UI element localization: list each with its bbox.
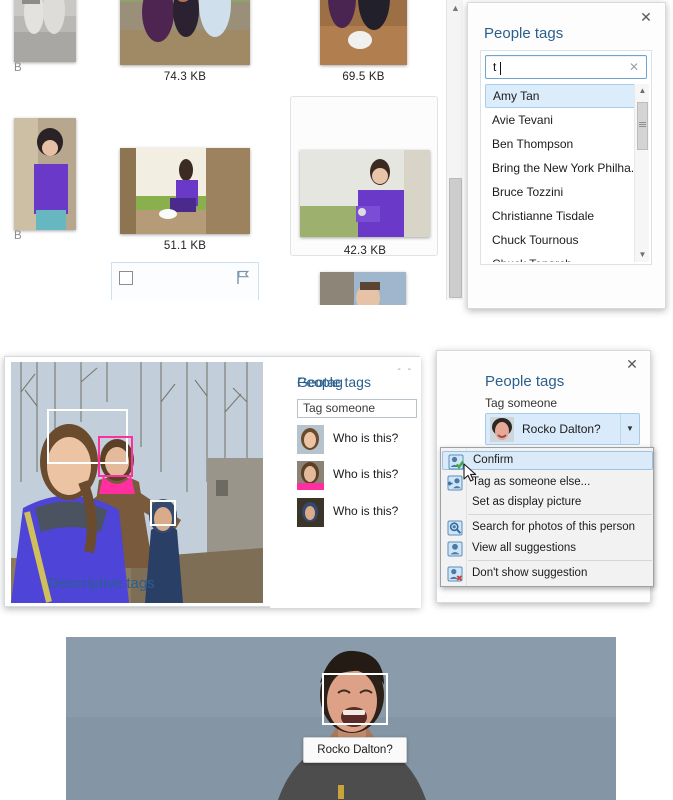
descriptive-tags-heading[interactable]: Descriptive tags bbox=[48, 575, 155, 592]
text-caret bbox=[500, 62, 501, 75]
thumbnail-metadata-row[interactable] bbox=[111, 262, 259, 300]
person-search-icon bbox=[447, 520, 463, 536]
suggested-person-row[interactable]: Rocko Dalton? ▼ bbox=[485, 413, 640, 445]
avatar bbox=[490, 417, 514, 442]
popup-title: People tags bbox=[485, 373, 565, 390]
person-swap-icon bbox=[447, 475, 463, 491]
list-item[interactable]: Chuck Tonarch bbox=[485, 252, 649, 262]
photo-thumbnail-grid: B 74.3 KB 69.5 KB B 51.1 KB 42.3 KB ▲ bbox=[0, 0, 470, 305]
list-scrollbar[interactable]: ▲ ▼ bbox=[634, 84, 649, 262]
menu-item-dont-show-suggestion[interactable]: Don't show suggestion bbox=[442, 564, 653, 583]
menu-item-label: Set as display picture bbox=[472, 496, 582, 508]
list-item[interactable]: Ben Thompson bbox=[485, 132, 649, 156]
menu-item-set-as-display-picture[interactable]: Set as display picture bbox=[442, 493, 653, 512]
popup-title: People tags bbox=[484, 25, 564, 42]
menu-item-label: Search for photos of this person bbox=[472, 521, 636, 533]
photo-canvas[interactable] bbox=[11, 362, 263, 603]
menu-item-label: View all suggestions bbox=[472, 542, 576, 554]
people-tags-search-popup: ✕ People tags t ✕ Amy Tan Avie Tevani Be… bbox=[467, 2, 666, 309]
menu-item-label: Confirm bbox=[473, 454, 514, 466]
thumbnail-cell[interactable]: 69.5 KB bbox=[320, 0, 407, 83]
close-icon[interactable]: ✕ bbox=[637, 8, 655, 26]
menu-separator bbox=[468, 560, 652, 561]
thumbnail-cell[interactable]: B bbox=[14, 118, 76, 242]
person-icon bbox=[447, 541, 463, 557]
thumbnail-size-label: 51.1 KB bbox=[163, 240, 207, 252]
name-suggestion-list: Amy Tan Avie Tevani Ben Thompson Bring t… bbox=[485, 84, 649, 262]
face-detection-box-active[interactable] bbox=[98, 436, 133, 477]
window-buttons[interactable]: - - bbox=[398, 364, 413, 375]
search-dropdown-container: t ✕ Amy Tan Avie Tevani Ben Thompson Bri… bbox=[480, 50, 652, 265]
avatar bbox=[297, 425, 324, 454]
mouse-pointer-icon bbox=[463, 463, 477, 482]
close-icon[interactable]: ✕ bbox=[623, 355, 641, 373]
geotag-heading[interactable]: Geotag bbox=[297, 374, 343, 390]
avatar bbox=[297, 461, 324, 490]
tag-someone-label: Tag someone bbox=[485, 396, 558, 410]
menu-item-label: Don't show suggestion bbox=[472, 567, 588, 579]
photo-thumbnail[interactable] bbox=[120, 148, 250, 234]
list-item[interactable]: Chuck Tournous bbox=[485, 228, 649, 252]
chevron-down-icon[interactable]: ▼ bbox=[635, 248, 649, 262]
photo-thumbnail[interactable] bbox=[120, 0, 250, 65]
suggested-person-name: Rocko Dalton? bbox=[522, 422, 601, 436]
chevron-down-icon[interactable]: ▼ bbox=[620, 414, 639, 444]
selected-thumbnail-cell[interactable]: 42.3 KB bbox=[290, 96, 438, 257]
thumbnail-cell[interactable]: 74.3 KB bbox=[120, 0, 250, 83]
face-detection-box[interactable] bbox=[322, 673, 388, 725]
thumbnail-clipped-label: B bbox=[14, 230, 22, 242]
avatar bbox=[297, 498, 324, 527]
menu-item-label: Tag as someone else... bbox=[472, 476, 591, 488]
clear-icon[interactable]: ✕ bbox=[629, 60, 639, 74]
flag-icon[interactable] bbox=[236, 270, 250, 285]
photo-thumbnail[interactable] bbox=[320, 0, 407, 65]
photo-detail-panel: - - People tags Tag someone Who is this? bbox=[4, 356, 421, 608]
suggestion-label: Who is this? bbox=[333, 467, 399, 481]
group-photo bbox=[11, 362, 263, 603]
screenshot-root: B 74.3 KB 69.5 KB B 51.1 KB 42.3 KB ▲ ✕ … bbox=[0, 0, 673, 800]
photo-tag-sidebar: - - People tags Tag someone Who is this? bbox=[270, 357, 421, 608]
thumbnail-size-label: 42.3 KB bbox=[343, 245, 387, 257]
list-item[interactable]: Bring the New York Philha... bbox=[485, 156, 649, 180]
thumbnail-cell[interactable]: B bbox=[14, 0, 76, 74]
face-tag-tooltip[interactable]: Rocko Dalton? bbox=[303, 737, 407, 763]
menu-separator bbox=[468, 514, 652, 515]
tag-someone-input[interactable]: Tag someone bbox=[297, 399, 417, 418]
search-input[interactable]: t ✕ bbox=[485, 55, 647, 79]
photo-thumbnail[interactable] bbox=[14, 118, 76, 230]
suggestion-row[interactable]: Who is this? bbox=[297, 461, 417, 491]
thumbnail-cell-partial[interactable] bbox=[320, 272, 406, 305]
person-remove-icon bbox=[447, 566, 463, 582]
chevron-up-icon[interactable]: ▲ bbox=[447, 0, 464, 17]
list-item[interactable]: Avie Tevani bbox=[485, 108, 649, 132]
thumbnail-cell[interactable]: 51.1 KB bbox=[120, 148, 250, 252]
suggestion-label: Who is this? bbox=[333, 431, 399, 445]
suggestion-row[interactable]: Who is this? bbox=[297, 498, 417, 528]
menu-item-search-for-photos[interactable]: Search for photos of this person bbox=[442, 518, 653, 537]
scrollbar-thumb[interactable] bbox=[449, 178, 462, 298]
photo-thumbnail[interactable] bbox=[300, 150, 430, 237]
photo-thumbnail[interactable] bbox=[320, 272, 406, 305]
thumbnail-size-label: 69.5 KB bbox=[342, 71, 385, 83]
thumbnail-clipped-label: B bbox=[14, 62, 22, 74]
list-item[interactable]: Amy Tan bbox=[485, 84, 649, 108]
person-confirm-icon bbox=[448, 454, 464, 470]
search-input-value: t bbox=[493, 60, 497, 74]
menu-item-view-all-suggestions[interactable]: View all suggestions bbox=[442, 539, 653, 558]
photo-thumbnail[interactable] bbox=[14, 0, 76, 62]
scrollbar-grip bbox=[639, 122, 646, 128]
list-item[interactable]: Christianne Tisdale bbox=[485, 204, 649, 228]
chevron-up-icon[interactable]: ▲ bbox=[635, 84, 649, 98]
face-detection-box[interactable] bbox=[150, 500, 176, 526]
select-checkbox[interactable] bbox=[119, 271, 133, 285]
list-item[interactable]: Bruce Tozzini bbox=[485, 180, 649, 204]
suggestion-label: Who is this? bbox=[333, 504, 399, 518]
suggestion-row[interactable]: Who is this? bbox=[297, 425, 417, 455]
thumbnail-size-label: 74.3 KB bbox=[163, 71, 207, 83]
grid-scrollbar[interactable]: ▲ bbox=[446, 0, 463, 300]
